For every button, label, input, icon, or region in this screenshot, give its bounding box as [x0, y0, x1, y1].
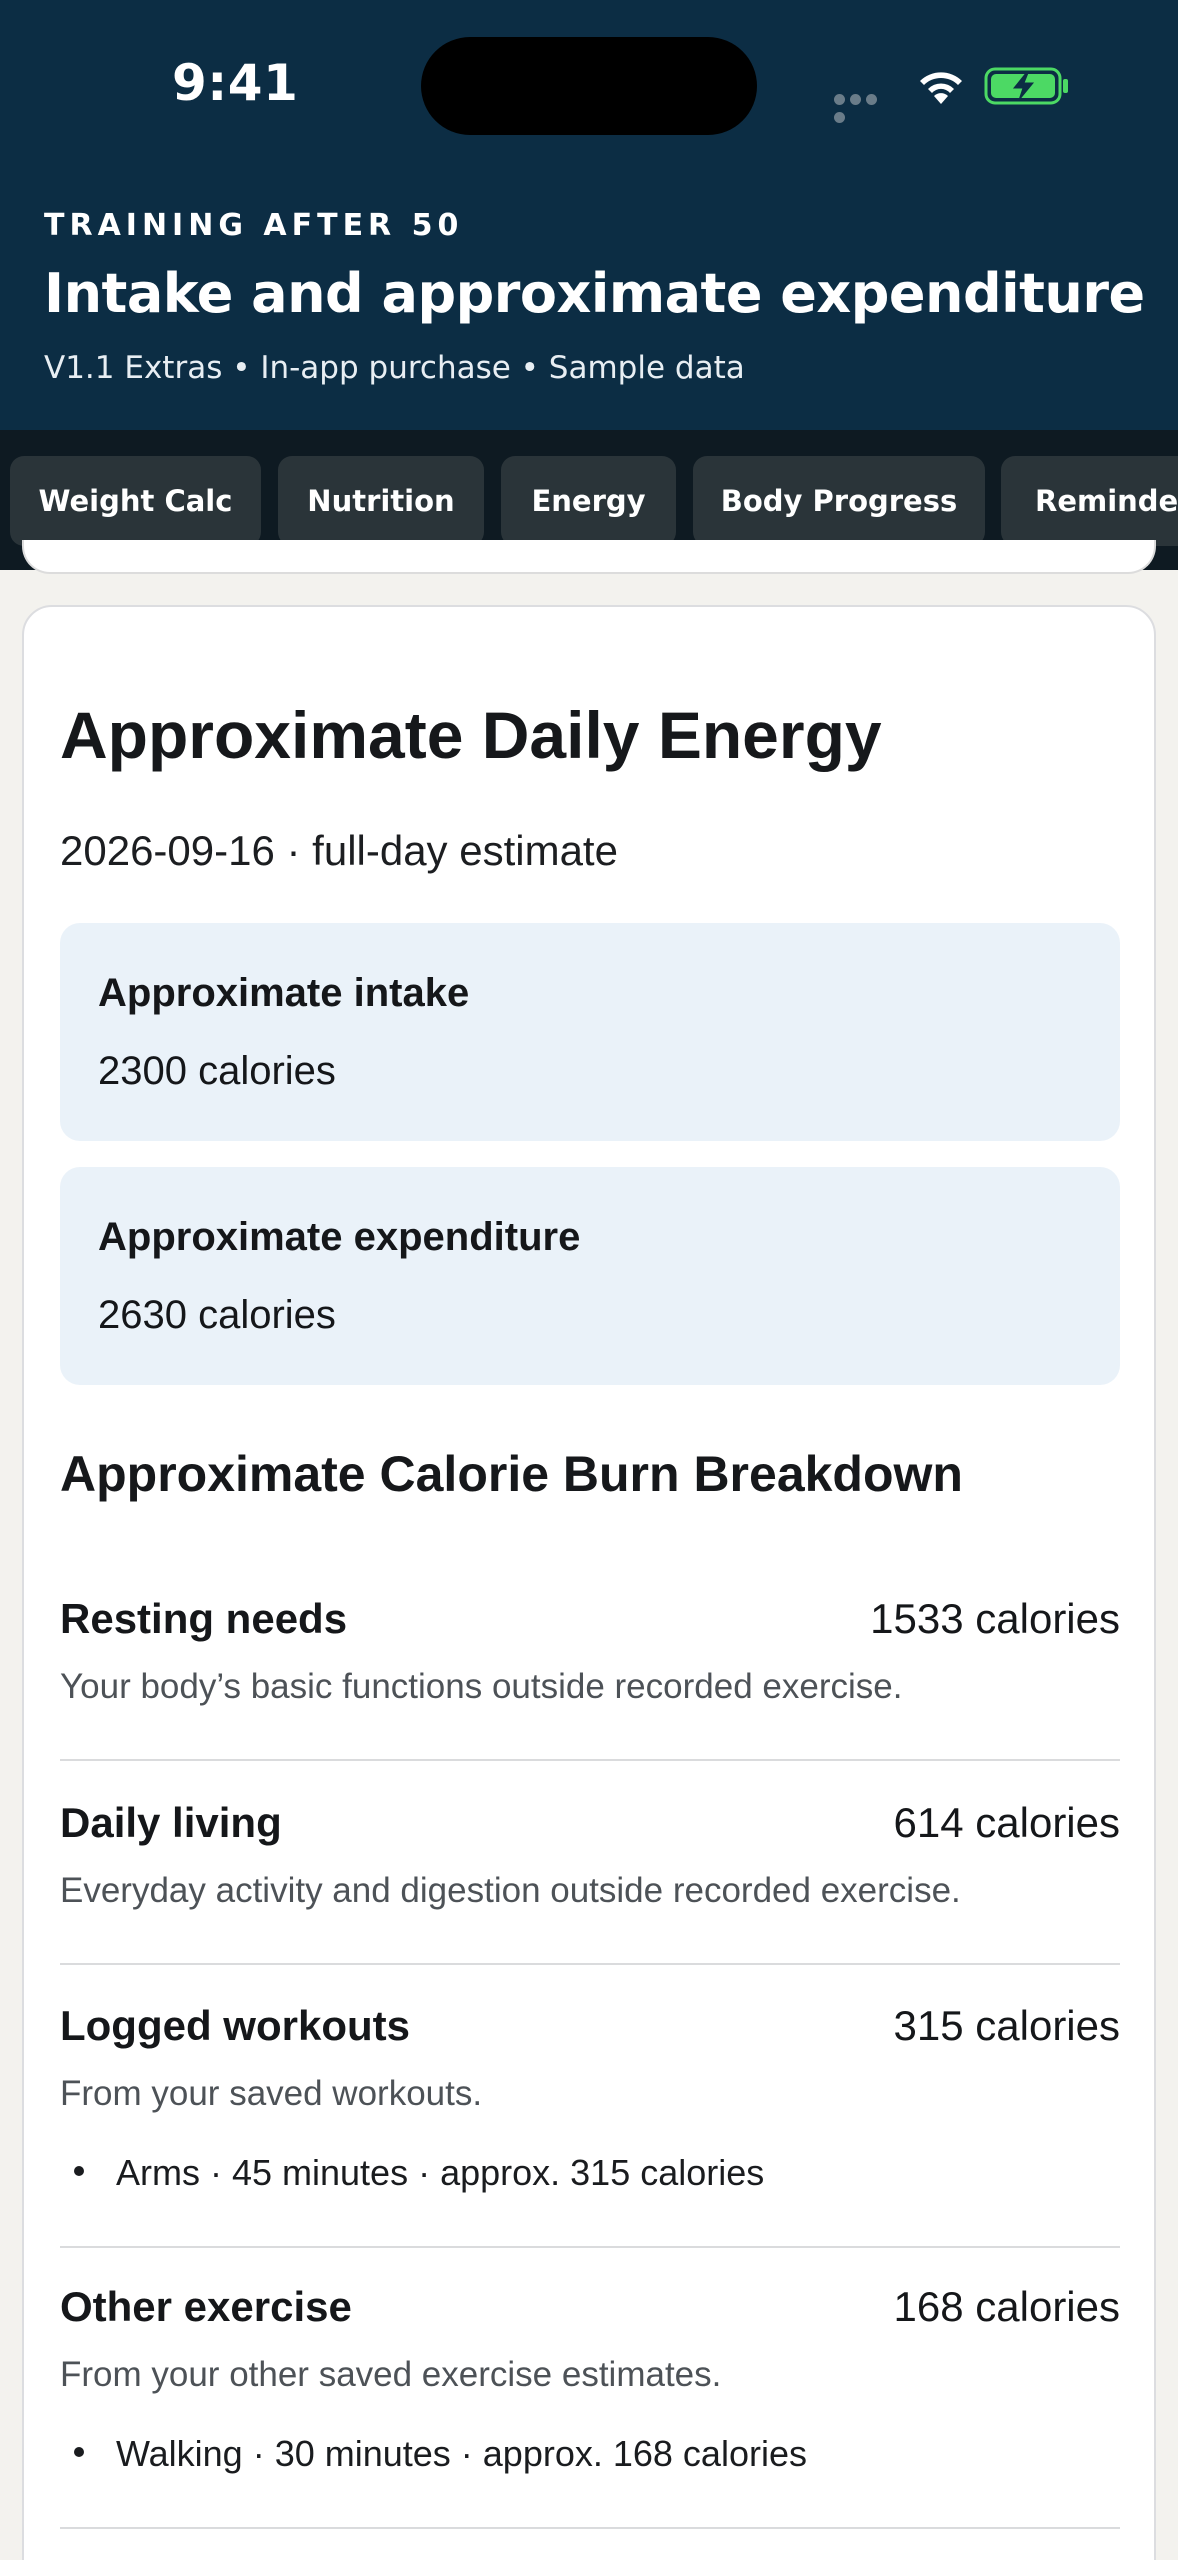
- cellular-signal-icon: [834, 92, 896, 123]
- workout-list-item: Arms · 45 minutes · approx. 315 calories: [60, 2152, 764, 2194]
- divider: [60, 2246, 1120, 2248]
- app-header: 9:41 TRAINING AFTER 50 Intake and approx…: [0, 0, 1178, 430]
- tab-weight-calc[interactable]: Weight Calc: [10, 456, 261, 546]
- breakdown-row-logged-workouts: Logged workouts 315 calories From your s…: [60, 2002, 1120, 2292]
- breakdown-description: Everyday activity and digestion outside …: [60, 1871, 961, 1910]
- divider: [60, 1759, 1120, 1761]
- workout-list-item-text: Arms · 45 minutes · approx. 315 calories: [116, 2152, 765, 2193]
- bullet-icon: [74, 2447, 84, 2458]
- status-time: 9:41: [172, 54, 299, 112]
- tab-body-progress[interactable]: Body Progress: [693, 456, 985, 546]
- bullet-icon: [74, 2166, 84, 2177]
- divider: [60, 1963, 1120, 1965]
- breakdown-value: 168 calories: [893, 2283, 1120, 2330]
- intake-value: 2300 calories: [98, 1049, 336, 1093]
- status-bar: 9:41: [0, 0, 1178, 180]
- breakdown-description: Your body’s basic functions outside reco…: [60, 1667, 903, 1706]
- tab-reminders[interactable]: Reminders: [1001, 456, 1178, 546]
- breakdown-label: Other exercise: [60, 2283, 352, 2330]
- breakdown-value: 1533 calories: [870, 1595, 1120, 1642]
- expenditure-label: Approximate expenditure: [98, 1215, 581, 1259]
- intake-label: Approximate intake: [98, 971, 470, 1015]
- exercise-list-item: Walking · 30 minutes · approx. 168 calor…: [60, 2433, 807, 2475]
- page-title: Intake and approximate expenditure: [44, 262, 1145, 325]
- breakdown-heading: Approximate Calorie Burn Breakdown: [60, 1446, 963, 1502]
- breakdown-value: 315 calories: [893, 2002, 1120, 2049]
- app-eyebrow: TRAINING AFTER 50: [44, 208, 464, 243]
- wifi-icon: [920, 72, 962, 104]
- breakdown-row-other-exercise: Other exercise 168 calories From your ot…: [60, 2283, 1120, 2560]
- breakdown-label: Logged workouts: [60, 2002, 410, 2049]
- expenditure-stat: Approximate expenditure 2630 calories: [60, 1167, 1120, 1385]
- battery-charging-icon: [984, 67, 1068, 105]
- breakdown-value: 614 calories: [893, 1799, 1120, 1846]
- breakdown-description: From your other saved exercise estimates…: [60, 2355, 722, 2394]
- breakdown-row-resting: Resting needs 1533 calories Your body’s …: [60, 1595, 1120, 1805]
- dynamic-island: [421, 37, 757, 135]
- tab-nutrition[interactable]: Nutrition: [278, 456, 484, 546]
- breakdown-label: Resting needs: [60, 1595, 348, 1642]
- previous-card-edge: [22, 540, 1156, 574]
- intake-stat: Approximate intake 2300 calories: [60, 923, 1120, 1141]
- page-subtitle: V1.1 Extras • In-app purchase • Sample d…: [44, 350, 745, 386]
- card-date: 2026-09-16 · full-day estimate: [60, 827, 618, 874]
- energy-card: Approximate Daily Energy 2026-09-16 · fu…: [22, 605, 1156, 2560]
- breakdown-row-daily-living: Daily living 614 calories Everyday activ…: [60, 1799, 1120, 2009]
- divider: [60, 2527, 1120, 2529]
- breakdown-label: Daily living: [60, 1799, 282, 1846]
- tab-energy[interactable]: Energy: [501, 456, 676, 546]
- breakdown-description: From your saved workouts.: [60, 2074, 483, 2113]
- expenditure-value: 2630 calories: [98, 1293, 336, 1337]
- exercise-list-item-text: Walking · 30 minutes · approx. 168 calor…: [116, 2433, 807, 2474]
- card-title: Approximate Daily Energy: [60, 698, 882, 772]
